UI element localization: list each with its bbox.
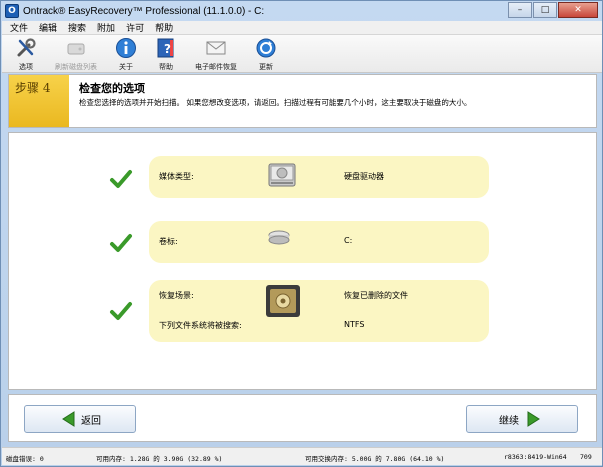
toolbar-help-button[interactable]: ? 帮助: [146, 35, 186, 73]
title-bar[interactable]: O Ontrack® EasyRecovery™ Professional (1…: [1, 1, 602, 21]
media-type-value: 硬盘驱动器: [344, 172, 384, 181]
toolbar-about-button[interactable]: 关于: [106, 35, 146, 73]
refresh-disk-icon: [65, 37, 87, 59]
info-icon: [115, 37, 137, 59]
app-window: O Ontrack® EasyRecovery™ Professional (1…: [0, 0, 603, 467]
step-title: 检查您的选项: [79, 82, 145, 95]
minimize-button[interactable]: –: [508, 2, 532, 18]
continue-button[interactable]: 继续: [466, 405, 578, 433]
toolbar-label: 选项: [19, 63, 33, 71]
volume-label: 卷标:: [159, 237, 178, 246]
menu-edit[interactable]: 编辑: [39, 21, 57, 34]
svg-text:?: ?: [164, 42, 171, 56]
menu-bar: 文件 编辑 搜索 附加 许可 帮助: [2, 21, 602, 35]
checkmark-icon: [110, 302, 132, 320]
status-bar: 磁盘错误: 0 可用内存: 1.28G 的 3.90G (32.89 %) 可用…: [2, 447, 602, 465]
disk-errors-status: 磁盘错误: 0: [6, 455, 44, 463]
menu-help[interactable]: 帮助: [155, 21, 173, 34]
toolbar-label: 帮助: [159, 63, 173, 71]
toolbar-label: 关于: [119, 63, 133, 71]
memory-status: 可用内存: 1.28G 的 3.90G (32.89 %): [96, 455, 223, 463]
volume-value: C:: [344, 236, 353, 245]
maximize-button[interactable]: □: [533, 2, 557, 18]
window-controls: – □ ✕: [507, 2, 598, 18]
toolbar-label: 更新: [259, 63, 273, 71]
toolbar-update-button[interactable]: 更新: [246, 35, 286, 73]
scenario-row: 恢复场景: 恢复已删除的文件 下列文件系统将被搜索: NTFS: [149, 280, 489, 342]
scenario-value: 恢复已删除的文件: [344, 291, 408, 300]
swap-status: 可用交换内存: 5.00G 的 7.80G (64.10 %): [305, 455, 445, 463]
back-button[interactable]: 返回: [24, 405, 136, 433]
window-title: Ontrack® EasyRecovery™ Professional (11.…: [23, 5, 265, 17]
envelope-icon: [205, 37, 227, 59]
back-button-label: 返回: [81, 415, 101, 427]
toolbar-label: 电子邮件恢复: [195, 63, 237, 71]
help-book-icon: ?: [155, 37, 177, 59]
step-number: 步骤 4: [15, 81, 51, 95]
tools-icon: [15, 37, 37, 59]
close-button[interactable]: ✕: [558, 2, 598, 18]
checkmark-icon: [110, 234, 132, 252]
toolbar-refresh-disks-button[interactable]: 刷新磁盘列表: [46, 35, 106, 73]
deleted-files-recovery-icon: [266, 285, 300, 317]
step-description: 检查您选择的选项并开始扫描。 如果您想改变选项，请返回。扫描过程有可能要几个小时…: [79, 98, 472, 107]
app-logo-icon: O: [5, 4, 19, 18]
summary-panel: 媒体类型: 硬盘驱动器 卷标: C: 恢复场景: 恢复已删除的文件 下列文件系统…: [8, 132, 597, 390]
code-status: 709: [580, 453, 592, 461]
arrow-right-icon: [527, 411, 540, 427]
toolbar-email-recovery-button[interactable]: 电子邮件恢复: [186, 35, 246, 73]
build-status: r8363:8419-Win64: [504, 453, 567, 461]
volume-row: 卷标: C:: [149, 221, 489, 263]
filesystem-label: 下列文件系统将被搜索:: [159, 321, 242, 330]
step-header: 步骤 4 检查您的选项 检查您选择的选项并开始扫描。 如果您想改变选项，请返回。…: [8, 74, 597, 128]
filesystem-value: NTFS: [344, 320, 365, 329]
checkmark-icon: [110, 170, 132, 188]
toolbar-options-button[interactable]: 选项: [6, 35, 46, 73]
menu-license[interactable]: 许可: [126, 21, 144, 34]
hard-drive-icon: [268, 163, 296, 187]
toolbar: 选项 刷新磁盘列表 关于 ? 帮助 电子邮件恢复 更新: [2, 35, 602, 73]
toolbar-label: 刷新磁盘列表: [55, 63, 97, 71]
wizard-navigation: 返回 继续: [8, 394, 597, 442]
step-badge: 步骤 4: [9, 75, 69, 127]
menu-extras[interactable]: 附加: [97, 21, 115, 34]
arrow-left-icon: [62, 411, 75, 427]
media-type-label: 媒体类型:: [159, 172, 194, 181]
menu-file[interactable]: 文件: [10, 21, 28, 34]
media-type-row: 媒体类型: 硬盘驱动器: [149, 156, 489, 198]
update-icon: [255, 37, 277, 59]
menu-search[interactable]: 搜索: [68, 21, 86, 34]
continue-button-label: 继续: [499, 415, 519, 427]
scenario-label: 恢复场景:: [159, 291, 194, 300]
volume-disk-icon: [268, 230, 290, 245]
